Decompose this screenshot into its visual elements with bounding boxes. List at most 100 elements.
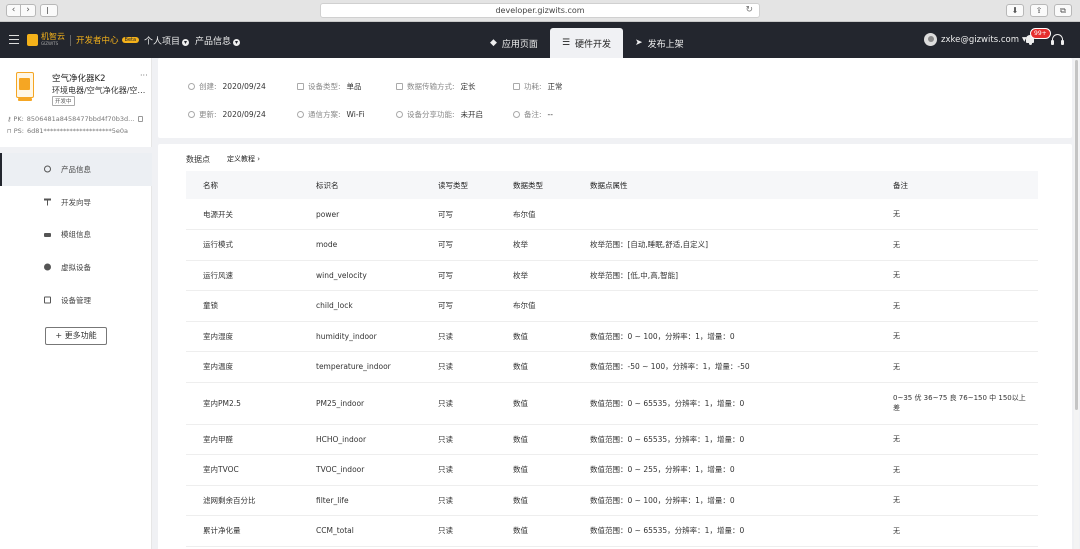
header-nav: 个人项目 ▾ 产品信息 ▾ xyxy=(144,34,241,47)
remark: 备注: -- xyxy=(513,109,553,120)
table-cell: 无 xyxy=(876,485,1038,516)
app-header: 机智云 GIZWITS 开发者中心 Beta 个人项目 ▾ 产品信息 ▾ ◆ 应用页面… xyxy=(0,22,1080,58)
table-cell: 数值 xyxy=(496,454,573,486)
table-cell: 运行模式 xyxy=(186,229,299,261)
column-header: 读写类型 xyxy=(421,171,496,199)
table-cell: 只读 xyxy=(421,485,496,516)
datapoints-table: 名称 标识名 读写类型 数据类型 数据点属性 备注 电源开关 power 可写 布尔值… xyxy=(186,171,1038,547)
sidebar-item-virtual-device[interactable]: 虚拟设备 xyxy=(0,251,152,284)
table-cell: 数值 xyxy=(496,515,573,547)
table-cell: 室内温度 xyxy=(186,351,299,383)
table-cell: 数值 xyxy=(496,351,573,383)
table-row[interactable]: 室内温度 temperature_indoor 只读 数值 数值范围：-50 ~ 100… xyxy=(186,351,1038,383)
sidebar-item-device-manage[interactable]: 设备管理 xyxy=(0,284,152,317)
share-icon[interactable]: ⇪ xyxy=(1030,4,1048,17)
product-key-row: ⚷ PK: 8506481a8458477bbd4f70b3d... xyxy=(7,115,144,123)
back-icon[interactable]: ‹ xyxy=(6,4,21,17)
table-cell: 无 xyxy=(876,424,1038,455)
table-cell: 数值范围：0 ~ 65535，分辨率：1，增量：0 xyxy=(573,515,876,547)
table-cell: 可写 xyxy=(421,229,496,261)
copy-icon[interactable] xyxy=(138,116,144,122)
table-row[interactable]: 累计净化量 CCM_total 只读 数值 数值范围：0 ~ 65535，分辨率：1，增… xyxy=(186,515,1038,547)
table-cell: temperature_indoor xyxy=(299,351,421,383)
table-cell: filter_life xyxy=(299,485,421,516)
table-cell: 只读 xyxy=(421,454,496,486)
table-cell: mode xyxy=(299,229,421,261)
product-info-panel: 创建: 2020/09/24 更新: 2020/09/24 设备类型: 单品 通… xyxy=(158,58,1072,138)
table-cell: 数值 xyxy=(496,485,573,516)
table-row[interactable]: 室内TVOC TVOC_indoor 只读 数值 数值范围：0 ~ 255，分辨率：1，… xyxy=(186,454,1038,486)
ps-label: PS: xyxy=(13,127,24,135)
tab-app-pages[interactable]: ◆ 应用页面 xyxy=(478,28,550,58)
sidebar-item-module-info[interactable]: 模组信息 xyxy=(0,218,152,251)
nav-product-info[interactable]: 产品信息 ▾ xyxy=(195,34,241,47)
table-row[interactable]: 滤网剩余百分比 filter_life 只读 数值 数值范围：0 ~ 100，分辨率：1… xyxy=(186,485,1038,516)
headset-support-icon[interactable] xyxy=(1051,34,1064,45)
sidebar-item-product-info[interactable]: 产品信息 xyxy=(0,153,152,186)
table-cell: 电源开关 xyxy=(186,199,299,230)
user-menu[interactable]: zxke@gizwits.com ▼ xyxy=(924,33,1027,46)
sidebar-toggle-icon[interactable] xyxy=(40,4,58,17)
table-row[interactable]: 运行风速 wind_velocity 可写 枚举 枚举范围：[低,中,高,智能] 无 xyxy=(186,260,1038,291)
table-header-row: 名称 标识名 读写类型 数据类型 数据点属性 备注 xyxy=(186,171,1038,199)
table-cell: 数值范围：0 ~ 65535，分辨率：1，增量：0 xyxy=(573,382,876,425)
table-cell: humidity_indoor xyxy=(299,321,421,352)
pk-value: 8506481a8458477bbd4f70b3d... xyxy=(26,115,135,123)
address-bar[interactable]: developer.gizwits.com ↻ xyxy=(320,3,760,18)
tab-hardware-dev[interactable]: ☰ 硬件开发 xyxy=(549,28,624,58)
chip-icon xyxy=(44,232,51,237)
sidebar-item-dev-guide[interactable]: 开发向导 xyxy=(0,186,152,219)
battery-icon xyxy=(513,83,520,90)
table-cell: 数值范围：0 ~ 100，分辨率：1，增量：0 xyxy=(573,485,876,516)
logo-divider xyxy=(70,34,71,46)
table-cell: 只读 xyxy=(421,515,496,547)
cloud-icon xyxy=(297,111,304,118)
table-cell: power xyxy=(299,199,421,230)
forward-icon[interactable]: › xyxy=(21,4,36,17)
user-email: zxke@gizwits.com xyxy=(941,34,1019,45)
more-options-icon[interactable]: ··· xyxy=(140,71,148,80)
created-date: 创建: 2020/09/24 xyxy=(188,81,266,92)
tabs-icon[interactable]: ⧉ xyxy=(1054,4,1072,17)
table-row[interactable]: 运行模式 mode 可写 枚举 枚举范围：[自动,睡眠,舒适,自定义] 无 xyxy=(186,229,1038,261)
nav-personal-project[interactable]: 个人项目 ▾ xyxy=(144,34,190,47)
table-row[interactable]: 电源开关 power 可写 布尔值 无 xyxy=(186,199,1038,230)
download-icon[interactable]: ⬇ xyxy=(1006,4,1024,17)
table-row[interactable]: 童锁 child_lock 可写 布尔值 无 xyxy=(186,290,1038,322)
logo[interactable]: 机智云 GIZWITS 开发者中心 Beta xyxy=(27,33,140,47)
info-circle-icon xyxy=(44,165,51,173)
table-cell: 无 xyxy=(876,454,1038,486)
developer-center-link[interactable]: 开发者中心 xyxy=(76,34,119,46)
table-cell: 滤网剩余百分比 xyxy=(186,485,299,516)
reload-icon[interactable]: ↻ xyxy=(745,4,753,17)
datapoints-title: 数据点 xyxy=(186,155,210,164)
table-cell xyxy=(573,199,876,230)
sliders-icon: ☰ xyxy=(561,38,571,48)
share-function: 设备分享功能: 未开启 xyxy=(396,109,483,120)
table-cell: 只读 xyxy=(421,321,496,352)
table-row[interactable]: 室内PM2.5 PM25_indoor 只读 数值 数值范围：0 ~ 65535，分辨率… xyxy=(186,382,1038,425)
table-row[interactable]: 室内甲醛 HCHO_indoor 只读 数值 数值范围：0 ~ 65535，分辨率：1，… xyxy=(186,424,1038,455)
pk-label: PK: xyxy=(13,115,24,123)
table-cell: 只读 xyxy=(421,351,496,383)
left-sidebar: 空气净化器K2 ··· 环境电器/空气净化器/空气净化器 开发中 ⚷ PK: 8… xyxy=(0,58,152,549)
more-features-button[interactable]: + 更多功能 xyxy=(45,327,107,345)
table-cell: 无 xyxy=(876,321,1038,352)
updated-date: 更新: 2020/09/24 xyxy=(188,109,266,120)
chevron-down-icon: ▾ xyxy=(233,39,241,46)
send-icon: ➤ xyxy=(635,38,643,48)
table-row[interactable]: 室内湿度 humidity_indoor 只读 数值 数值范围：0 ~ 100，分辨率：… xyxy=(186,321,1038,352)
definition-tutorial-link[interactable]: 定义教程 › xyxy=(227,154,260,164)
scrollbar-thumb[interactable] xyxy=(1075,60,1078,410)
tab-publish[interactable]: ➤ 发布上架 xyxy=(623,28,696,58)
device-manage-icon xyxy=(44,296,51,304)
table-cell: CCM_total xyxy=(299,515,421,547)
power-consumption: 功耗: 正常 xyxy=(513,81,563,92)
hamburger-menu-icon[interactable] xyxy=(9,35,19,44)
table-cell: 无 xyxy=(876,260,1038,291)
table-cell: 只读 xyxy=(421,382,496,425)
product-name: 空气净化器K2 xyxy=(52,74,106,84)
key-icon: ⚷ xyxy=(7,115,12,123)
page-scrollbar[interactable] xyxy=(1074,58,1079,549)
table-cell: 枚举范围：[自动,睡眠,舒适,自定义] xyxy=(573,229,876,261)
